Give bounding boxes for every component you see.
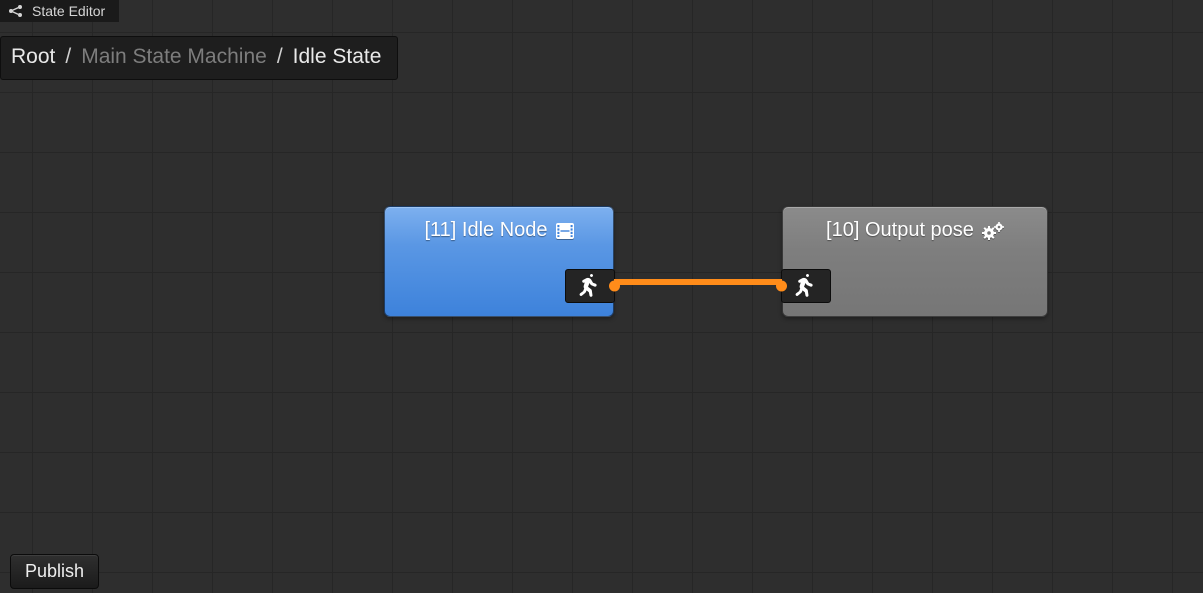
node-idle-title: [11] Idle Node	[424, 219, 547, 242]
running-man-icon	[795, 274, 817, 298]
node-output-title-row: [10] Output pose	[783, 219, 1047, 242]
node-idle-output-port[interactable]	[565, 269, 615, 303]
film-icon	[556, 223, 574, 239]
output-connector-dot[interactable]	[609, 281, 620, 292]
editor-tab-title: State Editor	[32, 3, 105, 19]
publish-button[interactable]: Publish	[10, 554, 99, 589]
node-idle[interactable]: [11] Idle Node	[384, 206, 614, 317]
breadcrumb-sep: /	[65, 45, 71, 69]
graph-canvas[interactable]: State Editor Root / Main State Machine /…	[0, 0, 1203, 593]
breadcrumb-idle-state[interactable]: Idle State	[293, 45, 382, 69]
input-connector-dot[interactable]	[776, 281, 787, 292]
breadcrumb-root[interactable]: Root	[11, 45, 55, 69]
node-output-input-port[interactable]	[781, 269, 831, 303]
node-connection[interactable]	[614, 279, 782, 285]
editor-tab[interactable]: State Editor	[0, 0, 119, 22]
node-output-pose[interactable]: [10] Output pose	[782, 206, 1048, 317]
breadcrumb: Root / Main State Machine / Idle State	[0, 36, 398, 80]
running-man-icon	[579, 274, 601, 298]
gears-icon	[982, 222, 1004, 240]
breadcrumb-sep: /	[277, 45, 283, 69]
node-idle-title-row: [11] Idle Node	[385, 219, 613, 242]
node-output-title: [10] Output pose	[826, 219, 974, 242]
share-nodes-icon	[8, 4, 24, 18]
breadcrumb-main-state-machine[interactable]: Main State Machine	[81, 45, 267, 69]
